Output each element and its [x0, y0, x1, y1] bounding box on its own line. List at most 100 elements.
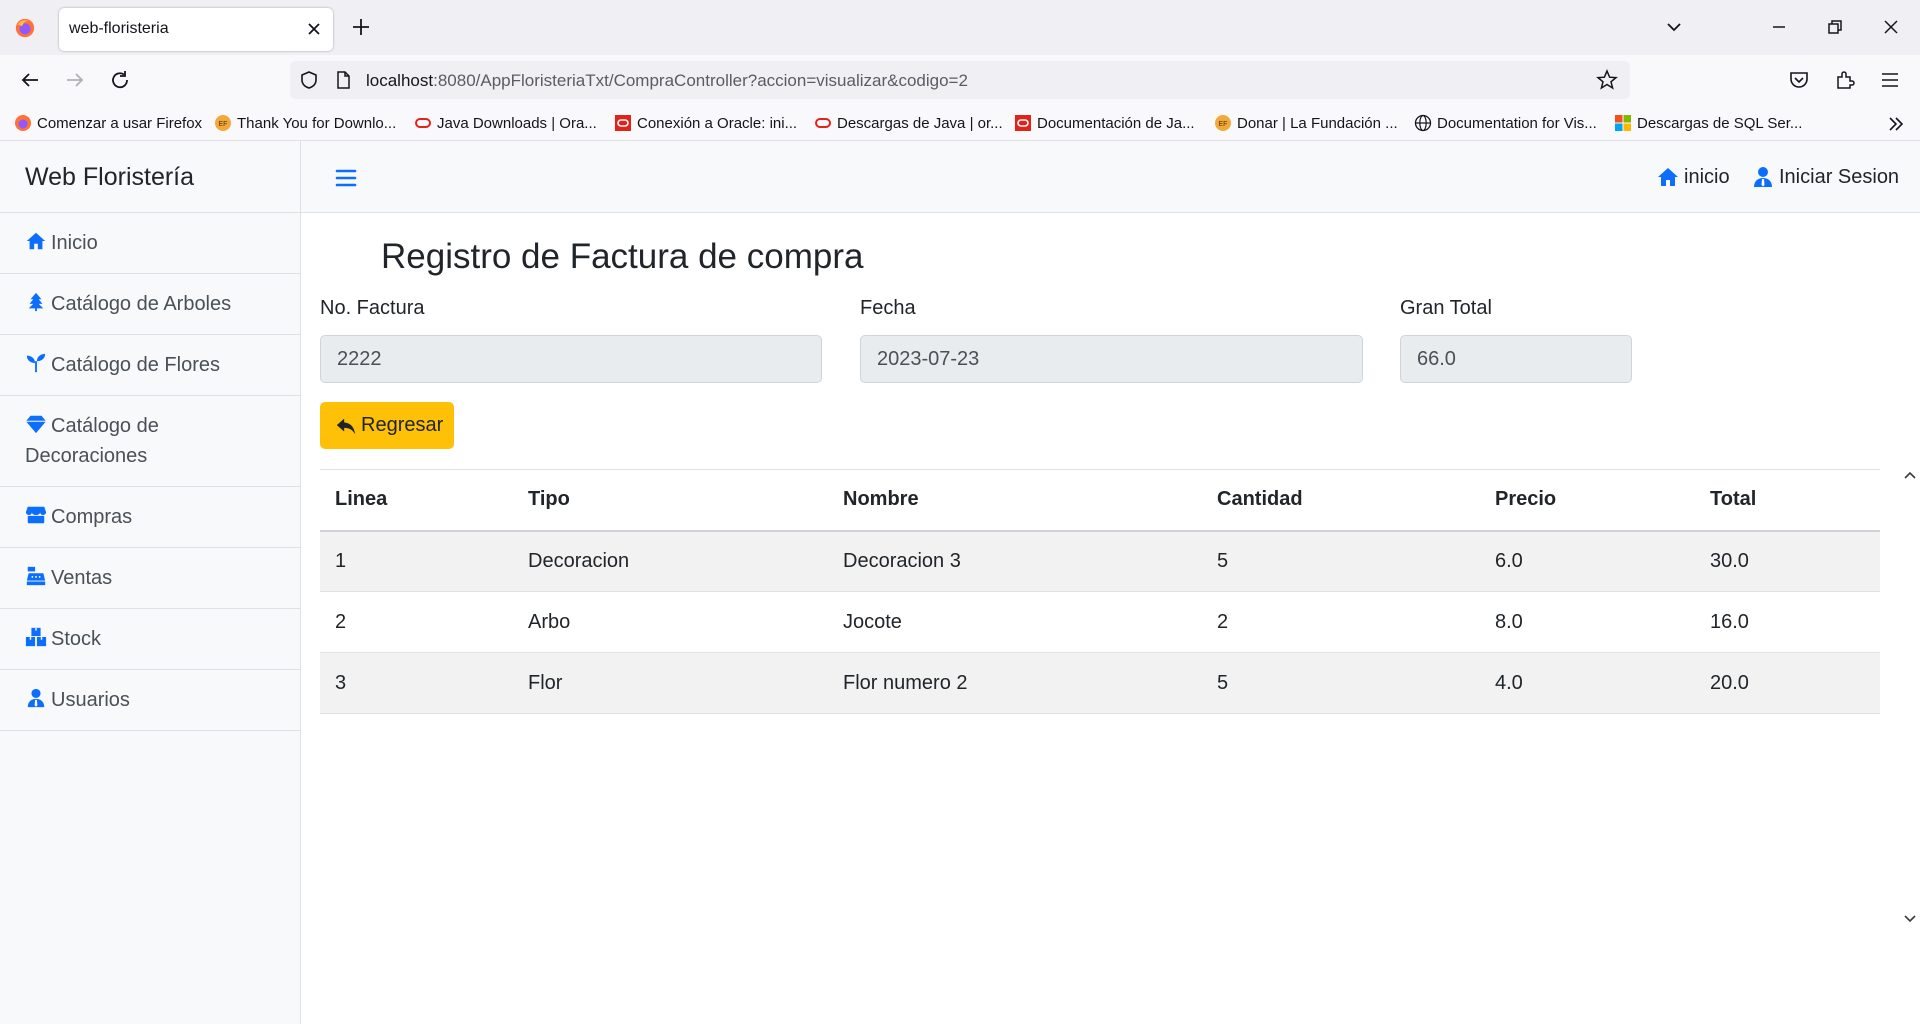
- table-cell: 30.0: [1695, 530, 1880, 592]
- bookmark-label: Java Downloads | Ora...: [437, 114, 597, 132]
- sidebar-item-label: Compras: [51, 506, 133, 528]
- close-tab-icon[interactable]: [305, 20, 323, 38]
- pocket-icon[interactable]: [1787, 68, 1811, 92]
- bookmark-label: Descargas de SQL Ser...: [1637, 114, 1803, 132]
- table-row: 2 Arbo Jocote 2 8.0 16.0: [320, 591, 1880, 653]
- brand-title[interactable]: Web Floristería: [0, 141, 300, 213]
- oracle-square-icon: [1015, 115, 1031, 131]
- bookmark-item[interactable]: Documentación de Ja...: [1014, 112, 1195, 134]
- table-cell: 16.0: [1695, 591, 1880, 653]
- nav-link-inicio[interactable]: inicio: [1656, 165, 1730, 189]
- sidebar-item-catalogo-arboles[interactable]: Catálogo de Arboles: [0, 274, 300, 335]
- table-cell: Flor: [513, 652, 828, 714]
- table-cell: 2: [1202, 591, 1480, 653]
- firefox-logo-icon: [15, 18, 35, 38]
- invoice-number-label: No. Factura: [320, 297, 425, 319]
- bookmark-label: Comenzar a usar Firefox: [37, 114, 203, 132]
- main-content: Registro de Factura de compra No. Factur…: [301, 213, 1920, 1024]
- bookmark-label: Donar | La Fundación ...: [1237, 114, 1398, 132]
- oracle-ring-icon: [815, 118, 831, 128]
- back-arrow-icon[interactable]: [18, 68, 42, 92]
- address-bar[interactable]: localhost:8080/AppFloristeriaTxt/CompraC…: [290, 61, 1630, 99]
- sidebar-item-label-line2: Decoraciones: [25, 445, 148, 467]
- scroll-up-arrow-icon[interactable]: [1903, 469, 1917, 483]
- sidebar-item-inicio[interactable]: Inicio: [0, 213, 300, 274]
- bookmarks-bar: Comenzar a usar Firefox EF Thank You for…: [0, 105, 1920, 141]
- browser-tab-active[interactable]: web-floristeria: [59, 8, 333, 51]
- gem-icon: [25, 415, 47, 434]
- table-cell: 8.0: [1480, 591, 1695, 653]
- bookmark-item[interactable]: Documentation for Vis...: [1414, 112, 1597, 134]
- table-row: 1 Decoracion Decoracion 3 5 6.0 30.0: [320, 530, 1880, 592]
- date-field[interactable]: [860, 335, 1363, 383]
- back-button[interactable]: Regresar: [320, 402, 454, 449]
- grand-total-field[interactable]: [1400, 335, 1632, 383]
- bookmark-label: Documentation for Vis...: [1437, 114, 1597, 132]
- bookmark-label: Documentación de Ja...: [1037, 114, 1195, 132]
- nav-link-label: Iniciar Sesion: [1779, 165, 1900, 188]
- back-button-label: Regresar: [361, 414, 444, 436]
- bookmark-item[interactable]: Descargas de Java | or...: [814, 112, 1003, 134]
- table-header-row: Linea Tipo Nombre Cantidad Precio Total: [320, 469, 1880, 532]
- sidebar-item-ventas[interactable]: Ventas: [0, 548, 300, 609]
- column-header: Total: [1695, 469, 1880, 532]
- minimize-icon[interactable]: [1768, 16, 1790, 38]
- sidebar-item-compras[interactable]: Compras: [0, 487, 300, 548]
- globe-icon: [1414, 114, 1432, 132]
- bookmark-item[interactable]: Java Downloads | Ora...: [414, 112, 597, 134]
- sidebar-item-catalogo-flores[interactable]: Catálogo de Flores: [0, 335, 300, 396]
- column-header: Tipo: [513, 469, 828, 532]
- sidebar-item-label: Stock: [51, 628, 102, 650]
- ef-icon: EF: [215, 115, 231, 131]
- extensions-icon[interactable]: [1833, 68, 1857, 92]
- sidebar-item-usuarios[interactable]: Usuarios: [0, 670, 300, 731]
- boxes-icon: [25, 627, 47, 647]
- page-info-icon[interactable]: [332, 69, 354, 91]
- store-icon: [25, 506, 47, 524]
- shield-icon[interactable]: [298, 69, 320, 91]
- bookmarks-overflow-icon[interactable]: [1886, 114, 1906, 134]
- bookmark-label: Descargas de Java | or...: [837, 114, 1003, 132]
- invoice-number-field[interactable]: [320, 335, 822, 383]
- sidebar-toggle-icon[interactable]: [335, 168, 357, 188]
- sidebar-item-stock[interactable]: Stock: [0, 609, 300, 670]
- table-cell: Flor numero 2: [828, 652, 1202, 714]
- sidebar-item-label: Usuarios: [51, 689, 130, 711]
- table-cell: 6.0: [1480, 530, 1695, 592]
- scroll-down-arrow-icon[interactable]: [1903, 911, 1917, 925]
- grand-total-label: Gran Total: [1400, 297, 1492, 319]
- new-tab-icon[interactable]: [350, 16, 372, 38]
- bookmark-item[interactable]: Descargas de SQL Ser...: [1614, 112, 1802, 134]
- sidebar-item-label: Inicio: [51, 232, 98, 254]
- bookmark-star-icon[interactable]: [1596, 69, 1618, 91]
- reload-icon[interactable]: [108, 68, 132, 92]
- nav-link-login[interactable]: Iniciar Sesion: [1751, 165, 1899, 189]
- bookmark-item[interactable]: Comenzar a usar Firefox: [14, 112, 202, 134]
- column-header: Linea: [320, 469, 513, 532]
- sidebar: Web Floristería Inicio Catálogo de Arbol…: [0, 141, 301, 1024]
- microsoft-icon: [1615, 115, 1631, 131]
- table-cell: 5: [1202, 530, 1480, 592]
- table-scrollbar[interactable]: [1900, 467, 1920, 927]
- column-header: Cantidad: [1202, 469, 1480, 532]
- tree-icon: [28, 292, 44, 312]
- ef-icon: EF: [1215, 115, 1231, 131]
- reply-arrow-icon: [336, 418, 356, 434]
- window-close-icon[interactable]: [1880, 16, 1902, 38]
- table-cell: 1: [320, 530, 513, 592]
- table-cell: 4.0: [1480, 652, 1695, 714]
- nav-link-label: inicio: [1684, 165, 1730, 188]
- browser-toolbar: localhost:8080/AppFloristeriaTxt/CompraC…: [0, 55, 1920, 105]
- tab-list-chevron-icon[interactable]: [1663, 16, 1685, 38]
- bookmark-item[interactable]: EF Thank You for Downlo...: [214, 112, 396, 134]
- url-host: localhost: [366, 71, 434, 90]
- bookmark-item[interactable]: Conexión a Oracle: ini...: [614, 112, 797, 134]
- restore-icon[interactable]: [1824, 16, 1846, 38]
- sidebar-item-catalogo-decoraciones[interactable]: Catálogo de Decoraciones: [0, 396, 300, 487]
- url-text[interactable]: localhost:8080/AppFloristeriaTxt/CompraC…: [366, 71, 968, 91]
- sidebar-item-label: Catálogo de Flores: [51, 354, 220, 376]
- table-row: 3 Flor Flor numero 2 5 4.0 20.0: [320, 652, 1880, 714]
- menu-hamburger-icon[interactable]: [1878, 68, 1902, 92]
- forward-arrow-icon[interactable]: [63, 68, 87, 92]
- bookmark-item[interactable]: EF Donar | La Fundación ...: [1214, 112, 1398, 134]
